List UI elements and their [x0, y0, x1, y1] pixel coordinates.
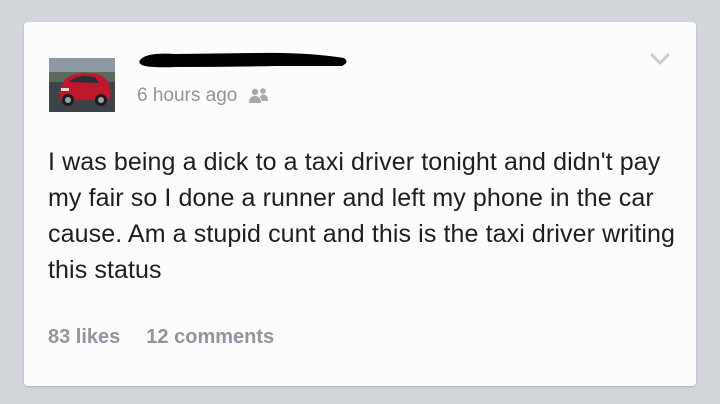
- timestamp[interactable]: 6 hours ago: [137, 85, 237, 107]
- author-name-redacted: [136, 50, 350, 70]
- avatar[interactable]: [49, 58, 115, 112]
- post-footer: 83 likes 12 comments: [48, 326, 274, 349]
- post-meta: 6 hours ago: [137, 84, 271, 108]
- post-text: I was being a dick to a taxi driver toni…: [48, 148, 676, 284]
- status-post-card: 6 hours ago I was being a dick to a taxi…: [24, 22, 696, 386]
- chevron-down-icon[interactable]: [649, 52, 671, 66]
- friends-icon[interactable]: [247, 87, 271, 105]
- red-car-photo: [49, 58, 115, 112]
- likes-count[interactable]: 83 likes: [48, 326, 120, 349]
- comments-count[interactable]: 12 comments: [146, 326, 274, 349]
